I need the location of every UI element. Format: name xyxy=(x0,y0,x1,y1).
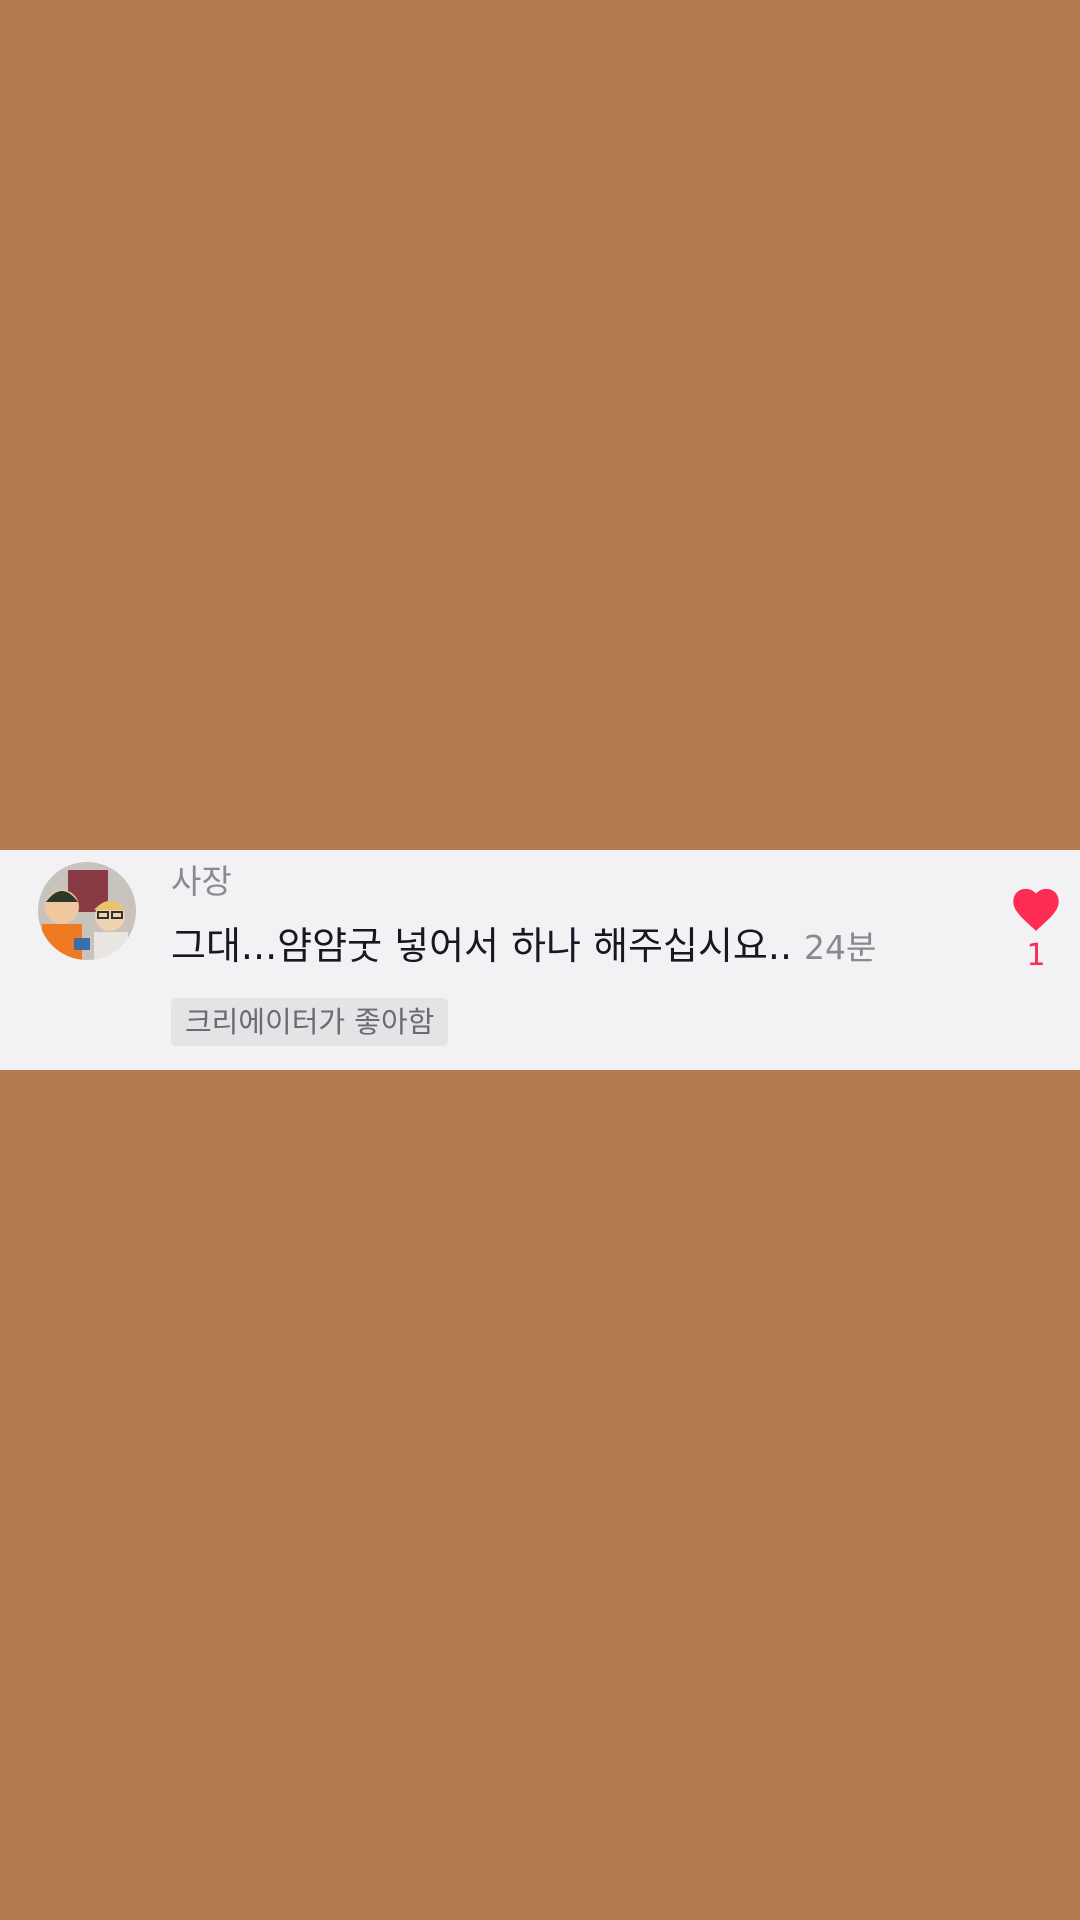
comment-timestamp: 24분 xyxy=(804,928,877,967)
comment-username[interactable]: 사장 xyxy=(171,862,232,902)
like-count: 1 xyxy=(1026,938,1046,973)
creator-liked-badge: 크리에이터가 좋아함 xyxy=(171,998,449,1046)
comment-text: 그대...얌얌굿 넣어서 하나 해주십시요.. xyxy=(171,924,793,968)
like-button[interactable]: 1 xyxy=(1000,882,1072,976)
comment-body: 그대...얌얌굿 넣어서 하나 해주십시요.. 24분 xyxy=(171,922,876,978)
comment-item[interactable]: 사장 그대...얌얌굿 넣어서 하나 해주십시요.. 24분 크리에이터가 좋아함… xyxy=(0,850,1080,1070)
heart-icon[interactable] xyxy=(1000,882,1072,932)
user-avatar-icon[interactable] xyxy=(38,862,136,960)
